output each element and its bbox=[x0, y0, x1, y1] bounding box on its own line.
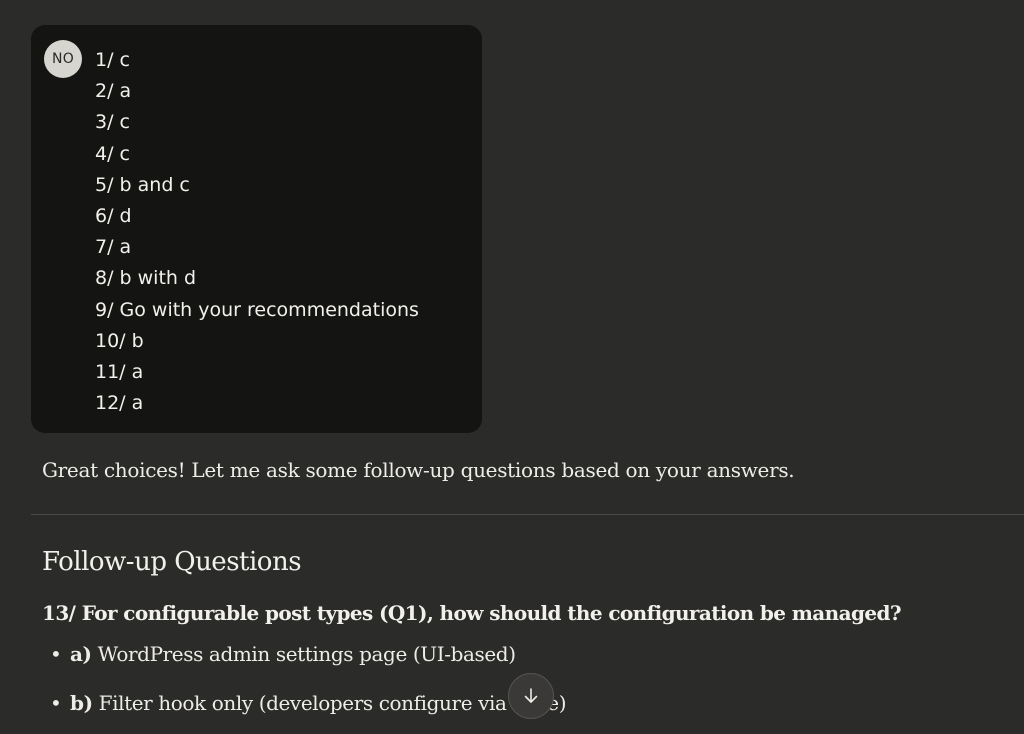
follow-up-heading: Follow-up Questions bbox=[42, 547, 302, 577]
question-13: 13/ For configurable post types (Q1), ho… bbox=[42, 601, 902, 625]
answer-line: 7/ a bbox=[95, 236, 132, 259]
option-key: b) bbox=[70, 691, 93, 715]
assistant-intro-text: Great choices! Let me ask some follow-up… bbox=[42, 458, 795, 482]
user-answers-list: 1/ c 2/ a 3/ c 4/ c 5/ b and c 6/ d 7/ a… bbox=[95, 45, 419, 419]
answer-line: 5/ b and c bbox=[95, 173, 190, 196]
arrow-down-icon bbox=[524, 688, 538, 703]
bullet: • bbox=[50, 691, 62, 715]
answer-line: 2/ a bbox=[95, 80, 132, 103]
option-b: • b) Filter hook only (developers configu… bbox=[50, 691, 567, 715]
option-a: • a) WordPress admin settings page (UI-ba… bbox=[50, 642, 516, 666]
answer-line: 12/ a bbox=[95, 392, 144, 415]
option-text: Filter hook only (developers configure v… bbox=[92, 691, 567, 715]
answer-line: 8/ b with d bbox=[95, 267, 197, 290]
answer-line: 4/ c bbox=[95, 142, 130, 165]
answer-line: 11/ a bbox=[95, 361, 144, 384]
answer-line: 6/ d bbox=[95, 205, 132, 228]
user-avatar: NO bbox=[44, 40, 82, 78]
option-text: WordPress admin settings page (UI-based) bbox=[91, 642, 516, 666]
user-message-bubble: NO 1/ c 2/ a 3/ c 4/ c 5/ b and c 6/ d 7… bbox=[31, 25, 482, 433]
answer-line: 1/ c bbox=[95, 49, 130, 71]
answer-line: 3/ c bbox=[95, 111, 130, 134]
bullet: • bbox=[50, 642, 62, 666]
section-divider bbox=[31, 514, 1024, 515]
answer-line: 9/ Go with your recommendations bbox=[95, 298, 419, 321]
answer-line: 10/ b bbox=[95, 329, 144, 352]
option-key: a) bbox=[70, 642, 92, 666]
scroll-to-bottom-button[interactable] bbox=[508, 673, 554, 719]
